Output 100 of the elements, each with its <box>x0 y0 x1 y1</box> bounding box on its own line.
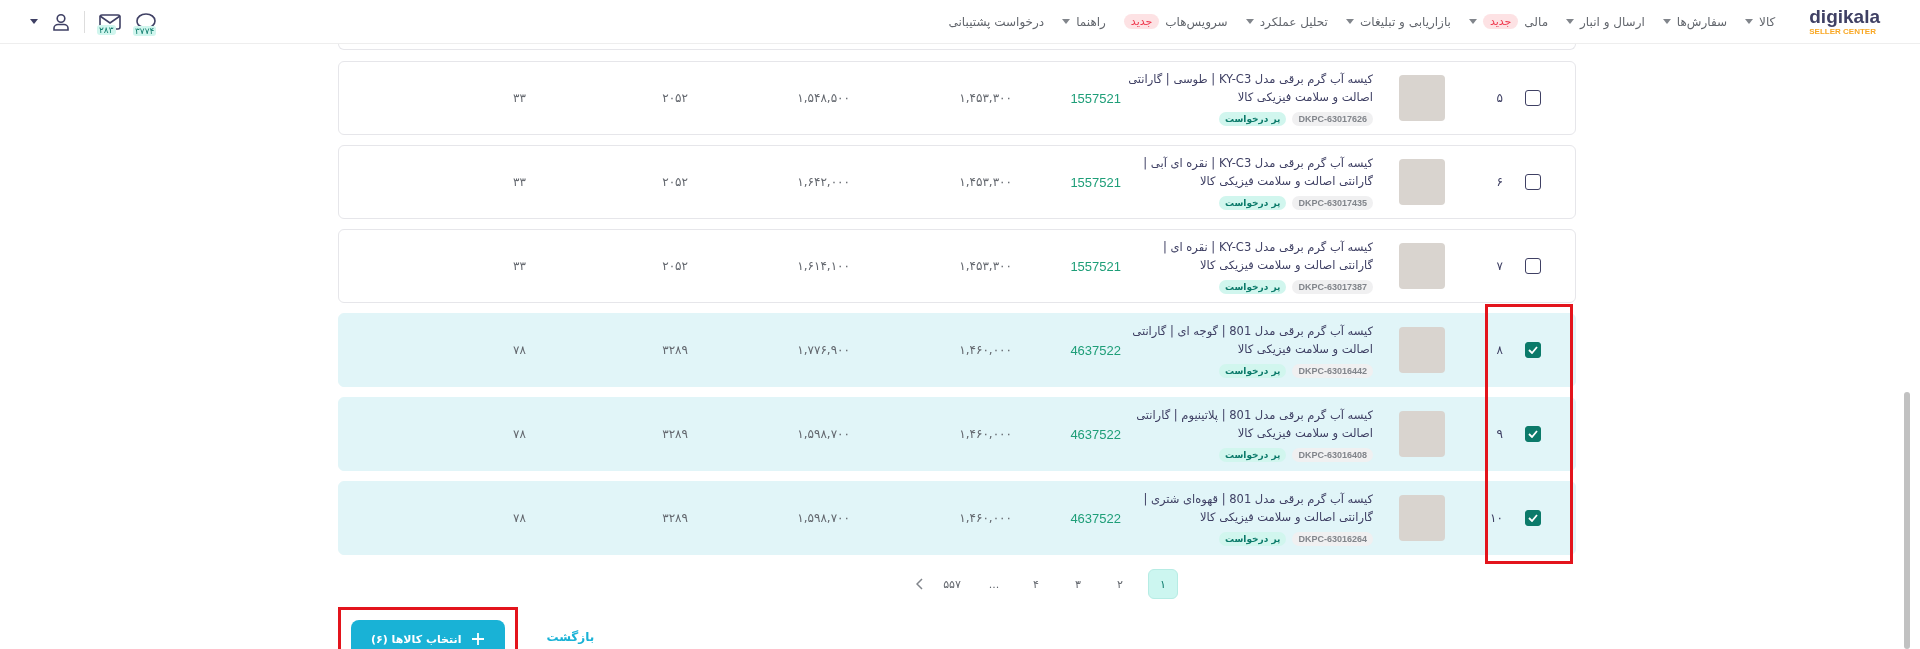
caret-icon <box>1745 19 1754 24</box>
photo-placeholder <box>1399 411 1445 457</box>
table-cell: ۳۲۸۹ <box>662 427 688 441</box>
caret-icon <box>1566 19 1575 24</box>
page-button[interactable]: ... <box>980 570 1008 598</box>
row-checkbox[interactable] <box>1525 342 1541 358</box>
nav-menu-item[interactable]: مالی جدید <box>1468 14 1549 29</box>
row-checkbox[interactable] <box>1525 90 1541 106</box>
product-code: DKPC-63016264 <box>1292 532 1373 546</box>
table-cell: ۲۰۵۲ <box>662 259 688 273</box>
photo-placeholder <box>1399 75 1445 121</box>
price-value: ۱,۴۶۰,۰۰۰ <box>959 427 1012 441</box>
price-value: ۱,۵۹۸,۷۰۰ <box>797 427 850 441</box>
table-cell: ۷۸ <box>513 511 526 525</box>
popular-tag: پر درخواست <box>1218 112 1287 126</box>
table-cell: ۳۲۸۹ <box>662 511 688 525</box>
user-icon[interactable] <box>52 12 70 31</box>
table-cell: ۳۳ <box>513 91 526 105</box>
product-id: 4637522 <box>1070 510 1121 526</box>
price-value: ۱,۷۷۶,۹۰۰ <box>797 343 850 357</box>
logo-subtitle: SELLER CENTER <box>1809 27 1876 36</box>
table-cell: ۳۳ <box>513 259 526 273</box>
nav-menu-item[interactable]: بازاریابی و تبلیغات <box>1345 14 1451 29</box>
product-id: 4637522 <box>1070 426 1121 442</box>
row-checkbox[interactable] <box>1525 510 1541 526</box>
price-value: ۱,۴۵۳,۳۰۰ <box>959 259 1012 273</box>
popular-tag: پر درخواست <box>1218 448 1287 462</box>
scrollbar-thumb[interactable] <box>1904 392 1910 649</box>
check-icon <box>1528 514 1538 522</box>
photo-placeholder <box>1399 495 1445 541</box>
nav-menu-item[interactable]: درخواست پشتیبانی <box>948 14 1045 29</box>
popular-tag: پر درخواست <box>1218 532 1287 546</box>
nav-menu-item[interactable]: سرویس‌هاب جدید <box>1123 14 1228 29</box>
nav-menu-item[interactable]: سفارش‌ها <box>1662 14 1728 29</box>
message-count: ۲۸۳ <box>97 24 116 35</box>
price-value: ۱,۴۶۰,۰۰۰ <box>959 511 1012 525</box>
row-number: ۶ <box>1496 175 1503 189</box>
popular-tag: پر درخواست <box>1218 196 1287 210</box>
new-badge: جدید <box>1123 14 1160 29</box>
nav-menu-item[interactable]: راهنما <box>1062 14 1106 29</box>
check-icon <box>1528 430 1538 438</box>
table-cell: ۳۲۸۹ <box>662 343 688 357</box>
caret-icon <box>1468 19 1477 24</box>
product-title: کیسه آب گرم برقی مدل 801 | پلاتینیوم | گارانتی اصالت و سلامت فیزیکی کالا <box>1135 407 1373 442</box>
plus-icon <box>471 632 486 646</box>
photo-placeholder <box>1399 327 1445 373</box>
product-code: DKPC-63016442 <box>1292 364 1373 378</box>
row-checkbox[interactable] <box>1525 426 1541 442</box>
price-value: ۱,۴۵۳,۳۰۰ <box>959 175 1012 189</box>
product-id: 1557521 <box>1070 258 1121 274</box>
product-title: کیسه آب گرم برقی مدل KY-C3 | نقره ای | گارانتی اصالت و سلامت فیزیکی کالا <box>1161 239 1373 274</box>
nav-menu-item[interactable]: تحلیل عملکرد <box>1245 14 1328 29</box>
product-code: DKPC-63017435 <box>1292 196 1373 210</box>
row-checkbox[interactable] <box>1525 174 1541 190</box>
table-cell: ۷۸ <box>513 427 526 441</box>
photo-placeholder <box>1399 159 1445 205</box>
table-cell: ۲۰۵۲ <box>662 91 688 105</box>
table-cell: ۳۳ <box>513 175 526 189</box>
row-checkbox[interactable] <box>1525 258 1541 274</box>
product-title: کیسه آب گرم برقی مدل 801 | قهوه‌ای شتری | گارانتی اصالت و سلامت فیزیکی کالا <box>1142 491 1373 526</box>
price-value: ۱,۵۹۸,۷۰۰ <box>797 511 850 525</box>
messages-button[interactable]: ۲۸۳ <box>99 12 121 31</box>
logo-wordmark[interactable]: digikala <box>1809 7 1880 27</box>
caret-icon <box>1245 19 1254 24</box>
nav-menu-item[interactable]: کالا <box>1745 14 1776 29</box>
table-cell: ۲۰۵۲ <box>662 175 688 189</box>
new-badge: جدید <box>1482 14 1519 29</box>
popular-tag: پر درخواست <box>1218 364 1287 378</box>
page-button[interactable]: ۴ <box>1022 570 1050 598</box>
check-icon <box>1528 346 1538 354</box>
page-button[interactable]: ۵۵۷ <box>938 570 966 598</box>
price-value: ۱,۵۴۸,۵۰۰ <box>797 91 850 105</box>
price-value: ۱,۴۶۰,۰۰۰ <box>959 343 1012 357</box>
chat-button[interactable]: ۳۷۷۴ <box>135 11 157 32</box>
row-number: ۸ <box>1496 343 1503 357</box>
price-value: ۱,۶۱۴,۱۰۰ <box>797 259 850 273</box>
product-code: DKPC-63017387 <box>1292 280 1373 294</box>
nav-menu-item[interactable]: ارسال و انبار <box>1566 14 1645 29</box>
product-code: DKPC-63017626 <box>1292 112 1373 126</box>
chevron-left-icon[interactable] <box>916 578 924 590</box>
price-value: ۱,۴۵۳,۳۰۰ <box>959 91 1012 105</box>
chat-count: ۳۷۷۴ <box>133 25 157 36</box>
caret-icon[interactable] <box>30 19 38 24</box>
page-button[interactable]: ۳ <box>1064 570 1092 598</box>
row-number: ۱۰ <box>1490 511 1503 525</box>
product-code: DKPC-63016408 <box>1292 448 1373 462</box>
product-id: 4637522 <box>1070 342 1121 358</box>
product-title: کیسه آب گرم برقی مدل KY-C3 | طوسی | گارانتی اصالت و سلامت فیزیکی کالا <box>1127 71 1373 106</box>
row-number: ۹ <box>1496 427 1503 441</box>
price-value: ۱,۶۴۲,۰۰۰ <box>797 175 850 189</box>
page-button[interactable]: ۲ <box>1106 570 1134 598</box>
row-number: ۷ <box>1496 259 1503 273</box>
page-button[interactable]: ۱ <box>1148 569 1178 599</box>
popular-tag: پر درخواست <box>1218 280 1287 294</box>
photo-placeholder <box>1399 243 1445 289</box>
product-id: 1557521 <box>1070 174 1121 190</box>
caret-icon <box>1345 19 1354 24</box>
product-title: کیسه آب گرم برقی مدل 801 | گوجه ای | گارانتی اصالت و سلامت فیزیکی کالا <box>1131 323 1373 358</box>
caret-icon <box>1062 19 1071 24</box>
caret-icon <box>1662 19 1671 24</box>
